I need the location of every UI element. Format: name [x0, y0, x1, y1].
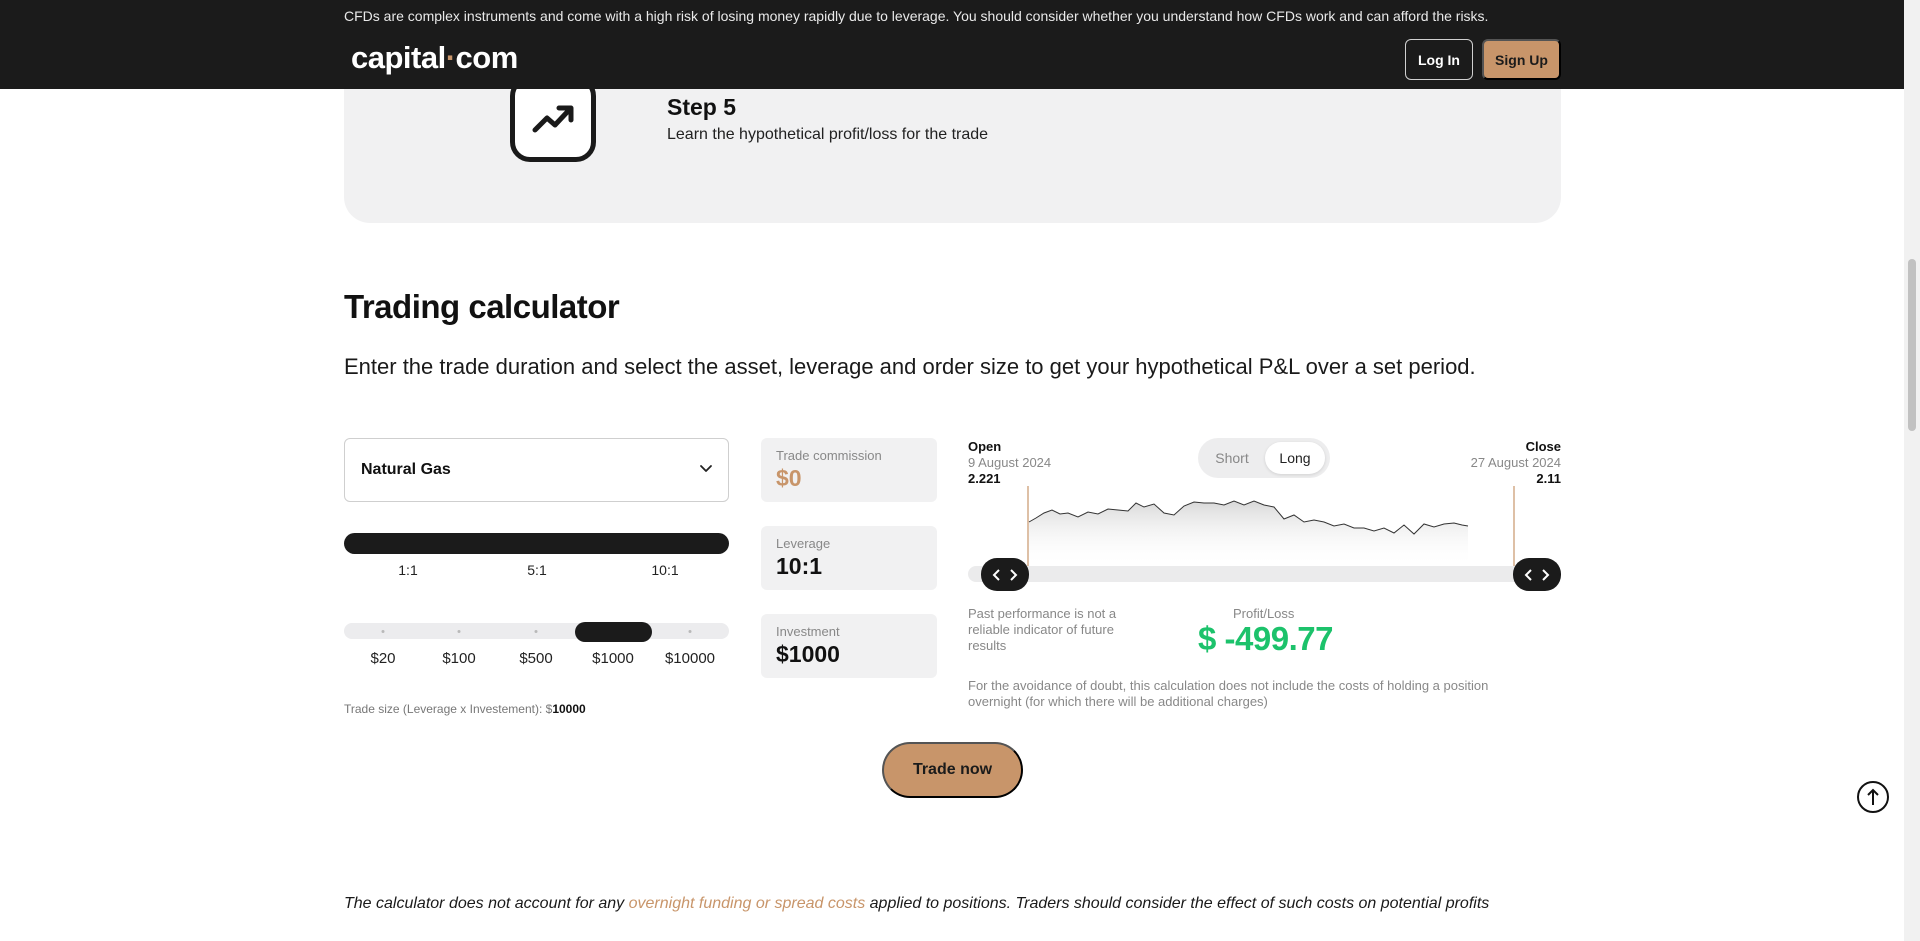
short-option[interactable]: Short [1204, 442, 1260, 474]
avoid-doubt-note: For the avoidance of doubt, this calcula… [968, 678, 1489, 709]
range-end-handle[interactable] [1513, 558, 1561, 591]
investment-value: $1000 [776, 641, 840, 667]
trade-size-value: 10000 [552, 702, 586, 716]
investment-option-20[interactable]: $20 [370, 650, 395, 667]
step-description: Learn the hypothetical profit/loss for t… [667, 126, 989, 143]
commission-value: $0 [776, 465, 802, 491]
investment-box: Investment $1000 [761, 614, 937, 678]
leverage-box: Leverage 10:1 [761, 526, 937, 590]
asset-selected-value: Natural Gas [361, 461, 451, 478]
profit-loss-label: Profit/Loss [1233, 606, 1295, 621]
investment-tick [457, 630, 461, 633]
step-title: Step 5 [667, 94, 737, 120]
calculator-title: Trading calculator [344, 288, 620, 325]
investment-label: Investment [776, 624, 840, 639]
date-range-slider[interactable] [968, 566, 1560, 582]
direction-toggle[interactable]: Short Long [1198, 438, 1330, 478]
investment-option-10000[interactable]: $10000 [665, 650, 715, 667]
risk-warning: CFDs are complex instruments and come wi… [344, 8, 1489, 24]
leverage-slider[interactable] [344, 533, 729, 554]
trade-size: Trade size (Leverage x Investement): $10… [344, 702, 586, 716]
signup-button[interactable]: Sign Up [1482, 39, 1561, 80]
investment-tick [534, 630, 538, 633]
close-date: 27 August 2024 [1470, 455, 1561, 470]
logo-left: capital [351, 40, 446, 75]
disclaimer-text-end: applied to positions. Traders should con… [865, 895, 1490, 912]
open-price: 2.221 [968, 471, 1001, 486]
leverage-option-10-1[interactable]: 10:1 [651, 562, 678, 578]
trade-size-label: Trade size (Leverage x Investement): $ [344, 702, 553, 716]
chevron-left-right-icon [992, 568, 1018, 581]
leverage-option-5-1[interactable]: 5:1 [527, 562, 546, 578]
logo-dot: · [445, 40, 456, 75]
open-date: 9 August 2024 [968, 455, 1052, 470]
arrow-up-icon [1867, 788, 1879, 805]
site-header: CFDs are complex instruments and come wi… [0, 0, 1904, 89]
disclaimer-text-start: The calculator does not account for any [344, 895, 629, 912]
past-performance-note: Past performance is not a reliable indic… [968, 606, 1117, 653]
scrollbar-thumb[interactable] [1908, 259, 1916, 431]
leverage-label: Leverage [776, 536, 831, 551]
profit-loss-value: $ -499.77 [1198, 620, 1333, 657]
chevron-down-icon [698, 460, 714, 481]
overnight-costs-link[interactable]: overnight funding or spread costs [629, 895, 866, 912]
investment-option-100[interactable]: $100 [442, 650, 475, 667]
investment-tick [688, 630, 692, 633]
commission-label: Trade commission [776, 448, 882, 463]
long-option[interactable]: Long [1265, 442, 1325, 474]
price-area [1029, 501, 1468, 566]
calculator-disclaimer: The calculator does not account for any … [344, 895, 1489, 913]
price-chart [1027, 486, 1515, 566]
leverage-value: 10:1 [776, 553, 823, 579]
login-button[interactable]: Log In [1405, 39, 1473, 80]
investment-option-1000[interactable]: $1000 [592, 650, 634, 667]
asset-select[interactable]: Natural Gas [344, 438, 729, 502]
investment-slider-thumb[interactable] [575, 622, 652, 642]
logo-right: com [455, 40, 519, 75]
range-start-handle[interactable] [981, 558, 1029, 591]
chevron-left-right-icon [1524, 568, 1550, 581]
investment-option-500[interactable]: $500 [519, 650, 552, 667]
page-scrollbar[interactable] [1904, 0, 1920, 941]
commission-box: Trade commission $0 [761, 438, 937, 502]
calculator-description: Enter the trade duration and select the … [344, 354, 1476, 379]
close-label: Close [1525, 439, 1561, 454]
logo[interactable]: capital·com [351, 40, 518, 76]
leverage-option-1-1[interactable]: 1:1 [398, 562, 417, 578]
scroll-to-top-button[interactable] [1857, 781, 1889, 813]
open-label: Open [968, 439, 1002, 454]
close-price: 2.11 [1536, 471, 1561, 486]
investment-tick [381, 630, 385, 633]
trade-now-button[interactable]: Trade now [882, 742, 1023, 798]
